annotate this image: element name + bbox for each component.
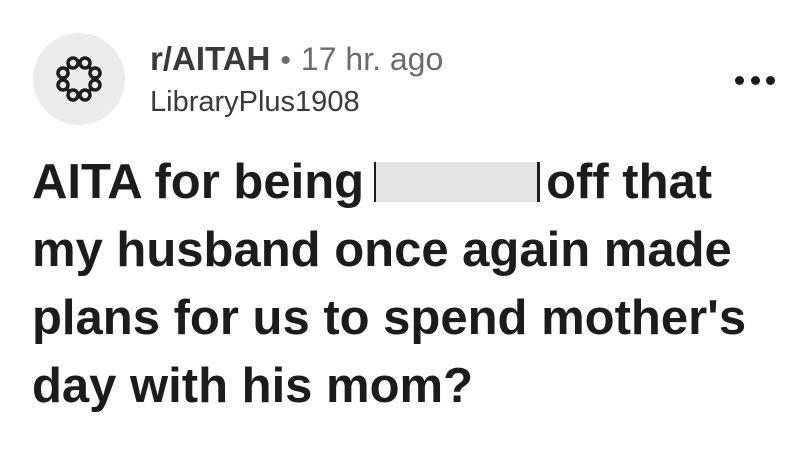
redacted-word: [374, 162, 541, 202]
post-meta: r/AITAH • 17 hr. ago LibraryPlus1908: [150, 40, 443, 119]
post-title-text: AITA for being: [32, 155, 365, 209]
reddit-post-card: r/AITAH • 17 hr. ago LibraryPlus1908 AIT…: [0, 0, 800, 451]
post-title-line-2: my husband once again made: [32, 223, 732, 277]
post-title-line-1: AITA for being off that: [32, 148, 772, 216]
post-title-text: off that: [546, 155, 713, 209]
post-meta-line: r/AITAH • 17 hr. ago: [150, 40, 443, 78]
subreddit-avatar-icon: [56, 56, 102, 102]
more-options-icon-dot: [766, 75, 775, 85]
more-options-button[interactable]: [735, 70, 775, 90]
post-title-line-3: plans for us to spend mother's: [32, 291, 747, 345]
post-title[interactable]: AITA for being off that my husband once a…: [32, 148, 772, 420]
meta-separator: •: [280, 44, 291, 77]
more-options-icon-dot: [750, 75, 760, 85]
author-username[interactable]: LibraryPlus1908: [150, 86, 443, 119]
more-options-icon-dot: [735, 75, 744, 85]
subreddit-avatar[interactable]: [33, 33, 125, 125]
subreddit-link[interactable]: r/AITAH: [150, 40, 270, 78]
post-timestamp: 17 hr. ago: [300, 41, 444, 77]
post-title-line-4: day with his mom?: [32, 359, 474, 413]
